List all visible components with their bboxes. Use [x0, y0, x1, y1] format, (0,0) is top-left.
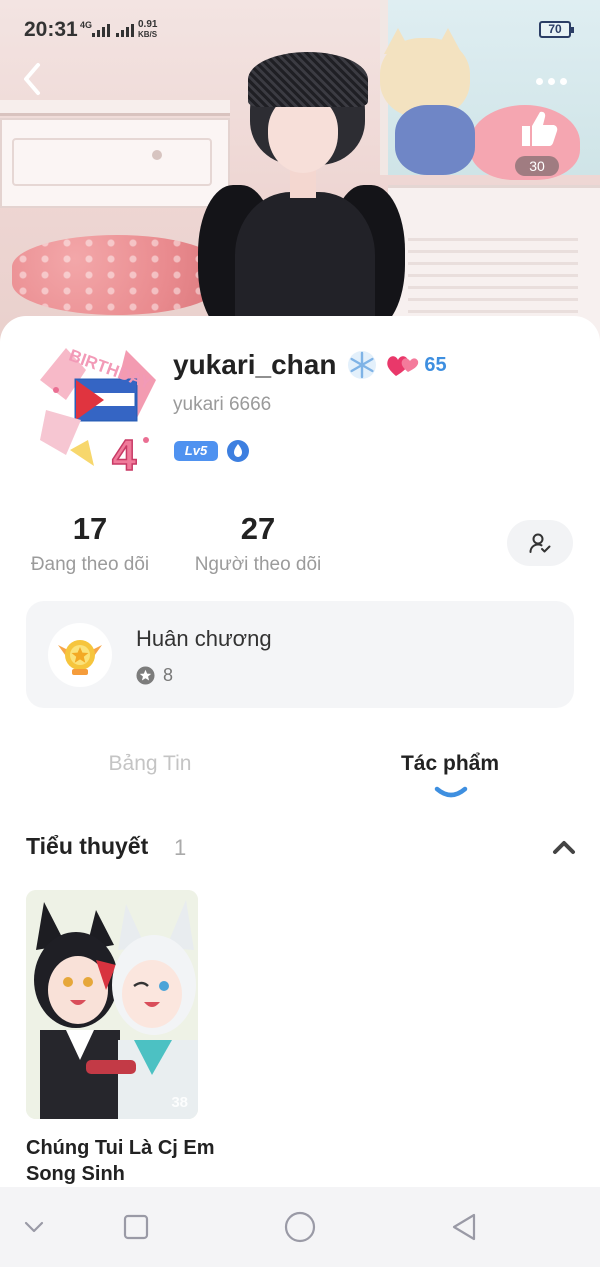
chevron-down-icon [24, 1221, 44, 1233]
nav-recents-button[interactable] [118, 1210, 154, 1244]
thumbs-up-icon [522, 111, 558, 146]
medal-count: 8 [163, 665, 174, 685]
tab-works[interactable]: Tác phẩm [380, 752, 520, 776]
user-handle: yukari 6666 [173, 394, 272, 415]
following-stat[interactable]: 17 Đang theo dõi [26, 510, 154, 576]
medal-card[interactable]: Huân chương 8 [26, 601, 574, 708]
username-row: yukari_chan 65 [173, 348, 447, 382]
star-badge-icon [136, 666, 155, 685]
triangle-back-icon [452, 1213, 476, 1241]
signal-icon [92, 23, 110, 37]
status-time: 20:31 [24, 18, 78, 41]
nav-back-button[interactable] [446, 1210, 482, 1244]
battery-icon: 70 [539, 21, 574, 38]
medal-title: Huân chương [136, 626, 272, 651]
more-dots-icon [536, 77, 543, 85]
banner-stool [12, 235, 222, 315]
like-button[interactable]: 30 [515, 108, 563, 186]
chevron-up-icon[interactable] [551, 836, 577, 858]
network-speed: 0.91 KB/S [138, 19, 158, 40]
nav-home-button[interactable] [282, 1210, 318, 1244]
back-button[interactable] [22, 62, 52, 102]
like-count: 30 [515, 156, 559, 176]
heart-count: 65 [424, 353, 447, 376]
following-label: Đang theo dõi [30, 554, 150, 575]
avatar[interactable]: 4 BIRTHDAY [26, 340, 164, 482]
nav-hide-button[interactable] [16, 1210, 52, 1244]
followers-label: Người theo dõi [194, 554, 322, 575]
work-views: 38 [171, 1094, 188, 1111]
chevron-left-icon [24, 63, 40, 95]
follow-status-button[interactable] [507, 520, 573, 566]
medal-count-row: 8 [136, 665, 173, 686]
plush-toy-body [395, 105, 475, 175]
work-cover[interactable]: 38 [26, 890, 198, 1119]
character-veil [248, 52, 368, 107]
snowflake-icon [348, 351, 377, 379]
more-button[interactable] [536, 68, 576, 94]
system-nav-bar [0, 1187, 600, 1267]
active-tab-indicator [434, 786, 468, 798]
network-speed-unit: KB/S [138, 30, 158, 39]
circle-icon [284, 1211, 316, 1243]
username: yukari_chan [173, 349, 337, 380]
followers-count: 27 [240, 511, 276, 546]
banner-drawer-knob [152, 150, 162, 160]
followers-stat[interactable]: 27 Người theo dõi [190, 510, 326, 576]
tab-feed[interactable]: Bảng Tin [80, 752, 220, 776]
banner-dresser [0, 118, 230, 208]
status-bar: 20:31 4G 0.91 KB/S 70 [0, 0, 600, 60]
work-title[interactable]: Chúng Tui Là Cj Em Song Sinh [26, 1135, 216, 1187]
hearts-icon [387, 356, 419, 376]
following-count: 17 [72, 511, 108, 546]
square-icon [123, 1214, 149, 1240]
section-title: Tiểu thuyết [26, 833, 149, 859]
water-drop-badge-icon[interactable] [226, 439, 250, 463]
network-speed-value: 0.91 [138, 19, 158, 30]
medal-icon [48, 623, 112, 687]
svg-text:4: 4 [112, 431, 137, 480]
user-check-icon [529, 533, 551, 553]
banner-drawer [12, 138, 212, 186]
section-count: 1 [174, 835, 187, 860]
level-badge[interactable]: Lv5 [174, 441, 218, 461]
signal-icon-2 [116, 23, 134, 37]
profile-banner: 20:31 4G 0.91 KB/S 70 30 [0, 0, 600, 350]
network-type: 4G [80, 20, 93, 30]
banner-shelf [0, 100, 230, 116]
